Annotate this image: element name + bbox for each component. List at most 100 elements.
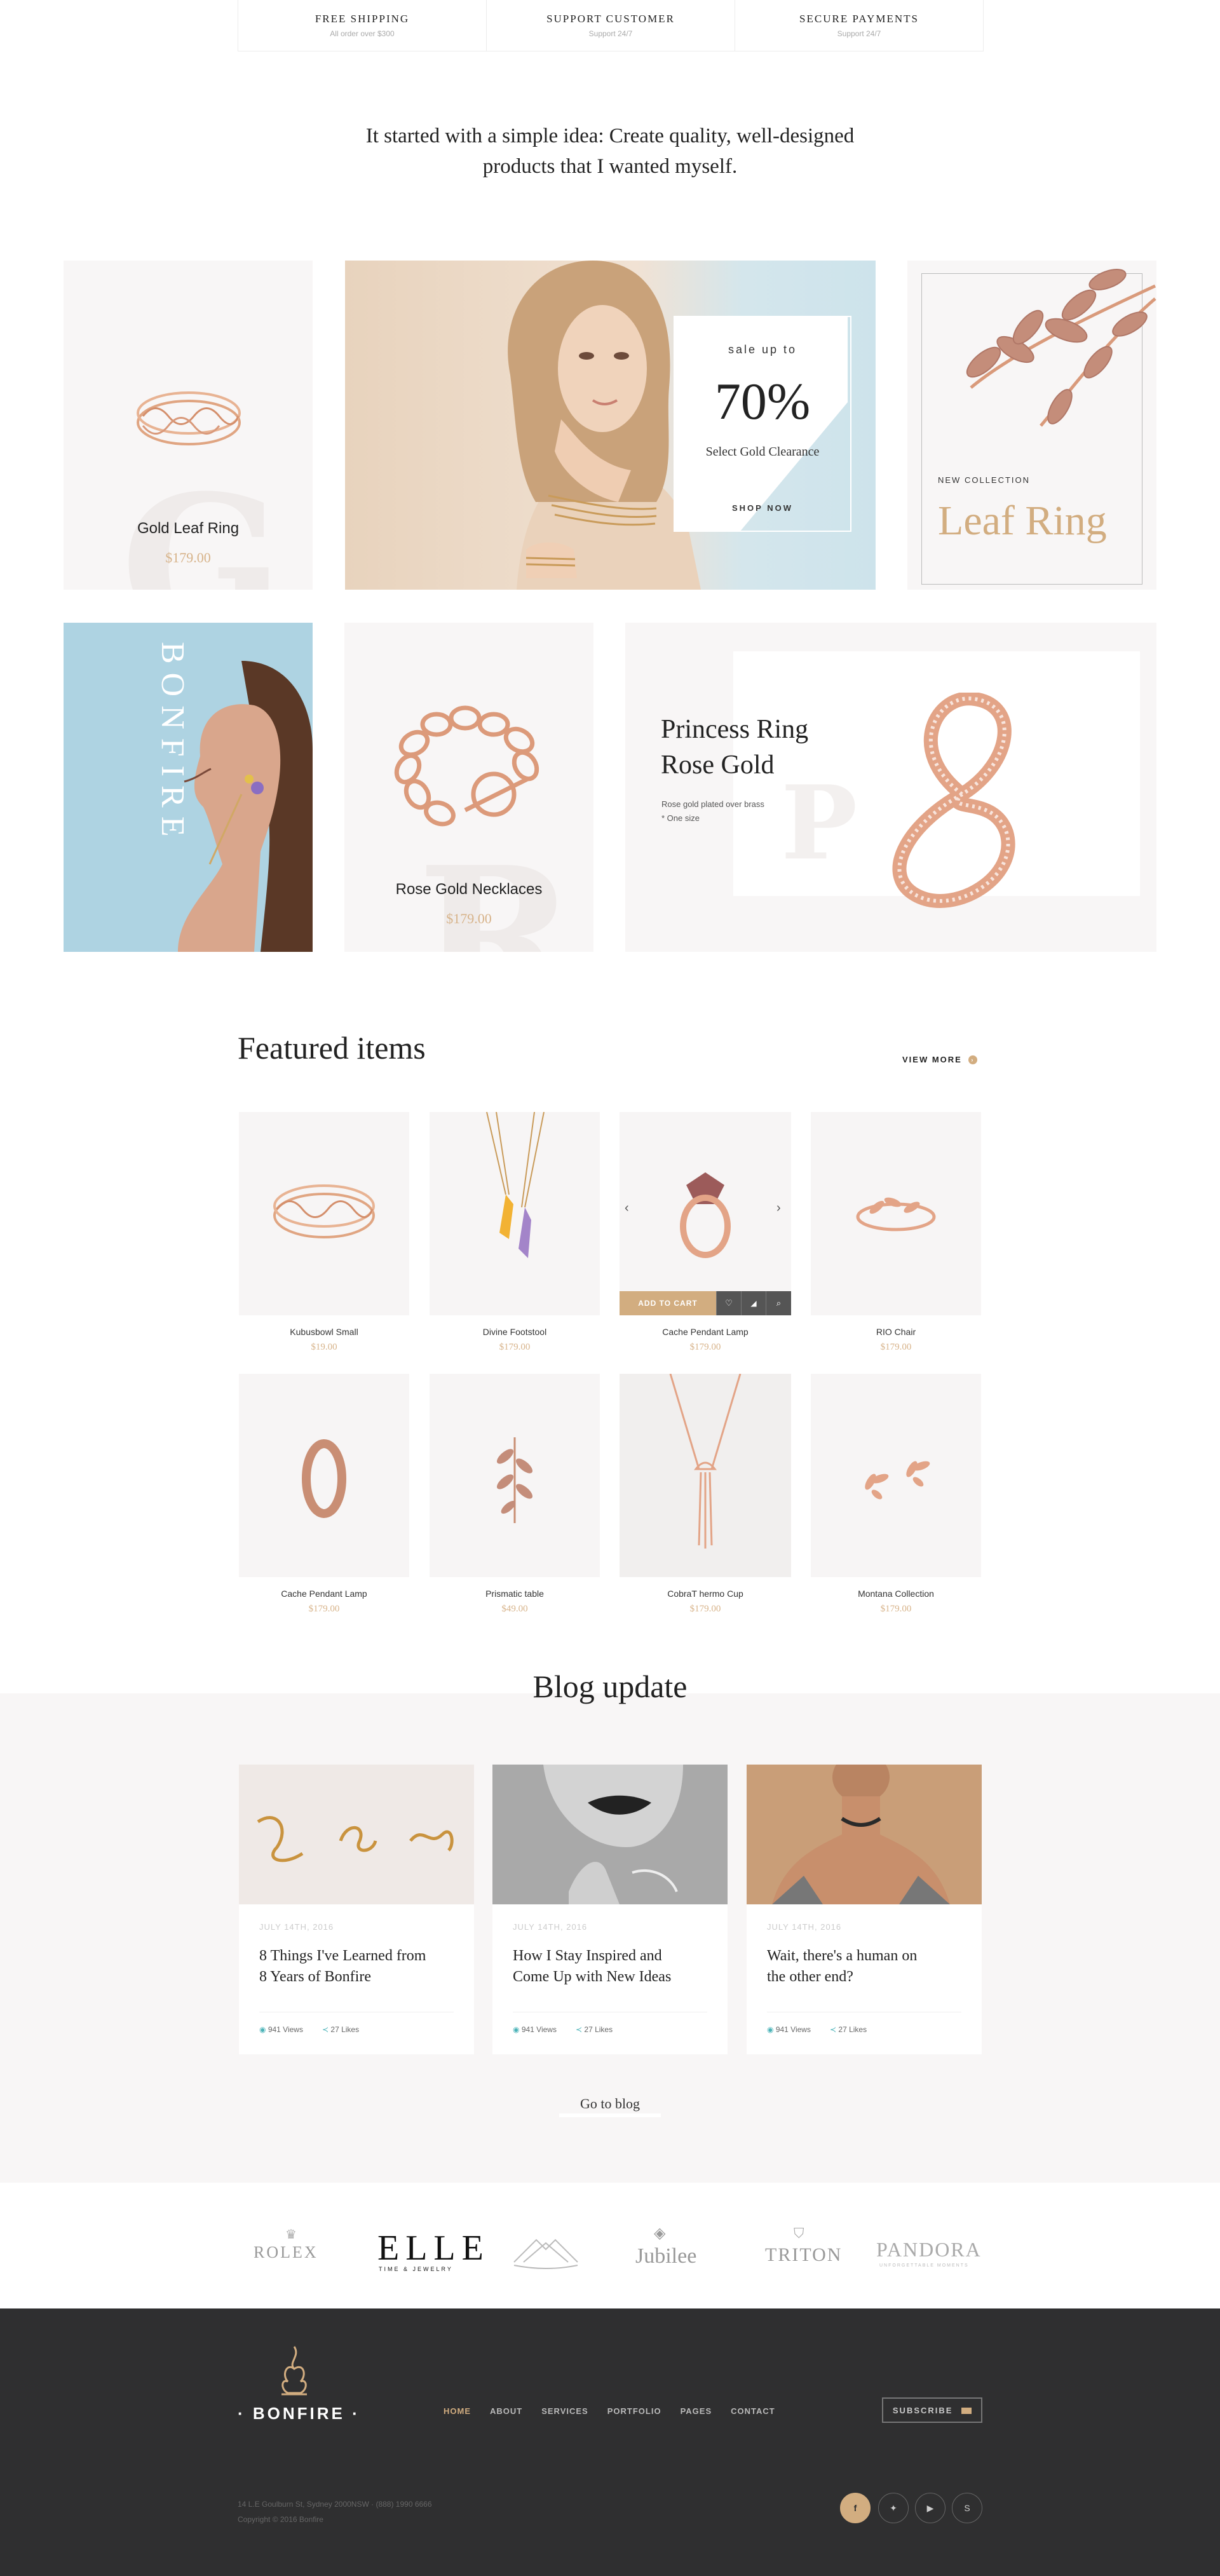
product-name: Cache Pendant Lamp: [662, 1327, 749, 1337]
views-count: 941 Views: [268, 2025, 303, 2034]
eye-icon: ◉: [767, 2025, 774, 2034]
nav-home[interactable]: HOME: [444, 2406, 471, 2416]
elle-logo: ELLE: [377, 2228, 490, 2268]
facebook-icon[interactable]: f: [840, 2493, 871, 2523]
footer-copyright: Copyright © 2016 Bonfire: [238, 2515, 323, 2524]
featured-title: Featured items: [238, 1030, 426, 1066]
heart-icon[interactable]: ♡: [716, 1291, 741, 1315]
feature-strip: FREE SHIPPING All order over $300 SUPPOR…: [238, 0, 984, 51]
share-icon: ≺: [575, 2025, 583, 2034]
product-card[interactable]: RIO Chair $179.00: [811, 1112, 981, 1366]
footer-logo-text[interactable]: · BONFIRE ·: [238, 2404, 360, 2423]
product-card[interactable]: CobraT hermo Cup $179.00: [620, 1374, 791, 1628]
chevron-right-icon[interactable]: ›: [776, 1201, 781, 1216]
blog-date: JULY 14TH, 2016: [767, 1922, 842, 1932]
views-stat: ◉ 941 Views: [513, 2025, 557, 2034]
leaf-eyebrow: NEW COLLECTION: [938, 475, 1031, 485]
decorative-letter: P: [781, 763, 858, 883]
product-card[interactable]: Divine Footstool $179.00: [430, 1112, 600, 1366]
product-image: [239, 1374, 409, 1577]
blog-card[interactable]: JULY 14TH, 2016 How I Stay Inspired and …: [492, 1765, 728, 2054]
shop-now-button[interactable]: SHOP NOW: [674, 503, 851, 513]
view-more-link[interactable]: VIEW MORE ›: [902, 1055, 977, 1064]
model-choker-photo: [747, 1765, 982, 1904]
twitter-icon[interactable]: ✦: [878, 2493, 909, 2523]
blog-post-title[interactable]: How I Stay Inspired and Come Up with New…: [513, 1946, 707, 1988]
footer-nav: HOME ABOUT SERVICES PORTFOLIO PAGES CONT…: [444, 2406, 775, 2416]
product-name: RIO Chair: [876, 1327, 916, 1337]
product-price: $49.00: [501, 1604, 528, 1614]
feature-support: SUPPORT CUSTOMER Support 24/7: [487, 0, 735, 51]
nav-contact[interactable]: CONTACT: [731, 2406, 775, 2416]
product-card[interactable]: Prismatic table $49.00: [430, 1374, 600, 1628]
blog-card[interactable]: JULY 14TH, 2016 Wait, there's a human on…: [747, 1765, 982, 2054]
likes-stat: ≺ 27 Likes: [830, 2025, 867, 2034]
product-card-hover[interactable]: ‹ › ADD TO CART ♡ ◢ ⌕ Cache Pendant Lamp…: [620, 1112, 791, 1366]
blog-date: JULY 14TH, 2016: [259, 1922, 334, 1932]
rolex-logo: ROLEX: [254, 2243, 318, 2261]
likes-stat: ≺ 27 Likes: [576, 2025, 613, 2034]
product-name: Cache Pendant Lamp: [281, 1589, 367, 1599]
chain-necklace-image: [394, 705, 539, 827]
product-price: $179.00: [689, 1604, 721, 1614]
promo-leaf-ring[interactable]: NEW COLLECTION Leaf Ring: [907, 261, 1156, 590]
bonfire-vertical-text: BONFIRE: [154, 642, 191, 846]
bracelet-image: [273, 1184, 375, 1238]
product-card[interactable]: Montana Collection $179.00: [811, 1374, 981, 1628]
crown-icon: ♛: [285, 2228, 297, 2242]
blog-title-line: How I Stay Inspired and: [513, 1948, 662, 1964]
leaf-ring-image: [856, 1197, 936, 1231]
product-card[interactable]: Cache Pendant Lamp $179.00: [239, 1374, 409, 1628]
product-price: $179.00: [446, 911, 492, 926]
blog-post-title[interactable]: 8 Things I've Learned from 8 Years of Bo…: [259, 1946, 454, 1988]
compare-icon[interactable]: ◢: [741, 1291, 766, 1315]
feature-subtitle: Support 24/7: [588, 29, 633, 38]
nav-pages[interactable]: PAGES: [681, 2406, 712, 2416]
add-to-cart-button[interactable]: ADD TO CART: [620, 1291, 716, 1315]
blog-card[interactable]: JULY 14TH, 2016 8 Things I've Learned fr…: [239, 1765, 474, 2054]
nav-portfolio[interactable]: PORTFOLIO: [607, 2406, 661, 2416]
product-name: Rose Gold Necklaces: [395, 881, 543, 898]
leaf-title: Leaf Ring: [938, 498, 1107, 544]
views-stat: ◉ 941 Views: [259, 2025, 303, 2034]
footer: · BONFIRE · HOME ABOUT SERVICES PORTFOLI…: [0, 2308, 1220, 2576]
go-to-blog-link[interactable]: Go to blog: [559, 2096, 661, 2117]
promo-necklace[interactable]: R Rose Gold Necklaces $179.00: [344, 623, 593, 952]
sale-subtitle: Select Gold Clearance: [705, 445, 820, 459]
likes-stat: ≺ 27 Likes: [322, 2025, 359, 2034]
youtube-icon[interactable]: ▶: [915, 2493, 946, 2523]
promo-princess-ring[interactable]: P Princess Ring Rose Gold Rose gold plat…: [625, 623, 1156, 952]
product-image: [620, 1374, 791, 1577]
blog-image: [492, 1765, 728, 1904]
blog-title-line: Wait, there's a human on: [767, 1948, 918, 1964]
subscribe-button[interactable]: SUBSCRIBE: [882, 2397, 982, 2423]
shield-icon: ⛉: [794, 2225, 804, 2241]
product-card[interactable]: Kubusbowl Small $19.00: [239, 1112, 409, 1366]
chevron-left-icon[interactable]: ‹: [625, 1201, 629, 1216]
model-lips-photo: [492, 1765, 728, 1904]
product-price: $179.00: [499, 1342, 531, 1352]
intro-line: It started with a simple idea: Create qu…: [365, 125, 855, 147]
views-stat: ◉ 941 Views: [767, 2025, 811, 2034]
nav-services[interactable]: SERVICES: [541, 2406, 588, 2416]
product-image: [430, 1112, 600, 1315]
skype-icon[interactable]: S: [952, 2493, 982, 2523]
princess-desc-line: Rose gold plated over brass: [661, 799, 764, 809]
product-image: [239, 1112, 409, 1315]
subscribe-label: SUBSCRIBE: [892, 2405, 953, 2415]
blog-post-title[interactable]: Wait, there's a human on the other end?: [767, 1946, 961, 1988]
share-icon: ≺: [322, 2025, 329, 2034]
blog-image: [239, 1765, 474, 1904]
princess-desc: Rose gold plated over brass * One size: [661, 797, 764, 825]
feature-subtitle: All order over $300: [330, 29, 395, 38]
earrings-photo: [257, 1816, 454, 1862]
feature-free-shipping: FREE SHIPPING All order over $300: [238, 0, 487, 51]
search-icon[interactable]: ⌕: [766, 1291, 791, 1315]
sale-banner[interactable]: sale up to 70% Select Gold Clearance SHO…: [345, 261, 876, 590]
promo-gold-leaf-ring[interactable]: G Gold Leaf Ring $179.00: [64, 261, 313, 590]
princess-title-line: Rose Gold: [661, 750, 775, 780]
intro-line: products that I wanted myself.: [482, 155, 738, 178]
nav-about[interactable]: ABOUT: [490, 2406, 522, 2416]
bonfire-model-banner[interactable]: BONFIRE: [64, 623, 313, 952]
jubilee-logo: Jubilee: [635, 2244, 697, 2268]
